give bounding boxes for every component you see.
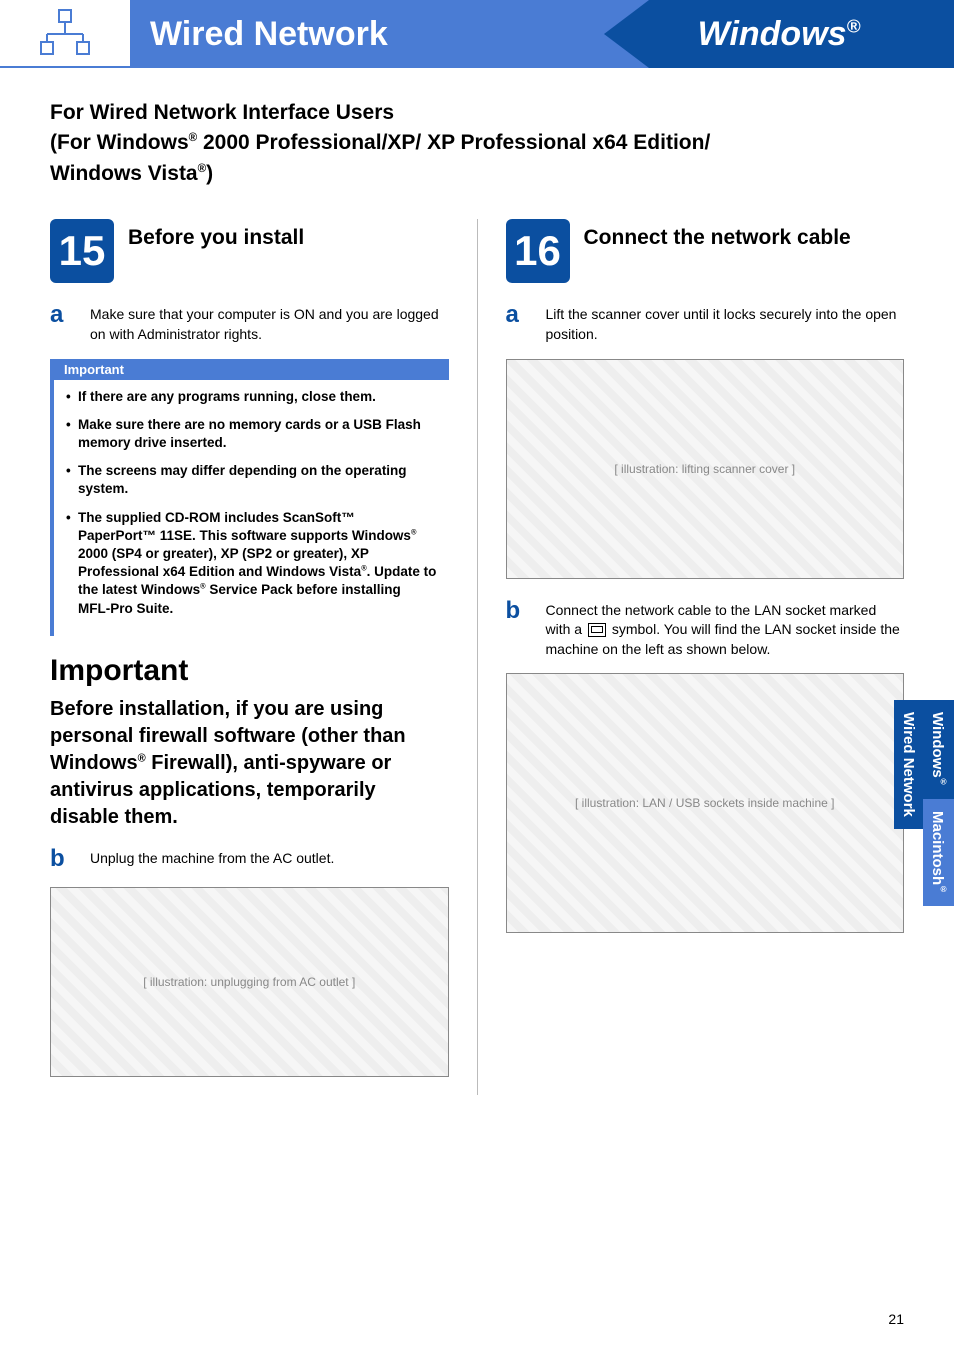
illustration-lift-cover: [ illustration: lifting scanner cover ] — [506, 359, 905, 579]
step-15-header: 15 Before you install — [50, 219, 449, 283]
important-note-box: Important If there are any programs runn… — [50, 359, 449, 636]
important-item: If there are any programs running, close… — [66, 388, 437, 406]
banner: Wired Network Windows® — [130, 0, 954, 68]
step-number-badge: 15 — [50, 219, 114, 283]
illustration-lan-socket: [ illustration: LAN / USB sockets inside… — [506, 673, 905, 933]
big-important-text: Before installation, if you are using pe… — [50, 696, 449, 831]
step-15-title: Before you install — [128, 219, 304, 250]
substep-letter: a — [506, 301, 532, 344]
column-right: 16 Connect the network cable a Lift the … — [506, 219, 905, 1095]
side-tab-windows: Windows® — [923, 700, 954, 799]
page-number: 21 — [888, 1311, 904, 1327]
step-16-header: 16 Connect the network cable — [506, 219, 905, 283]
banner-title: Wired Network — [150, 15, 388, 54]
step-16-a: a Lift the scanner cover until it locks … — [506, 301, 905, 344]
substep-text: Unplug the machine from the AC outlet. — [90, 845, 449, 873]
step-number-badge: 16 — [506, 219, 570, 283]
step-16-title: Connect the network cable — [584, 219, 851, 250]
substep-letter: b — [50, 845, 76, 873]
side-tab-macintosh: Macintosh® — [923, 799, 954, 906]
banner-os-label: Windows® — [698, 15, 861, 54]
big-important-heading: Important — [50, 654, 449, 688]
step-15-a: a Make sure that your computer is ON and… — [50, 301, 449, 344]
column-left: 15 Before you install a Make sure that y… — [50, 219, 449, 1095]
lan-socket-icon — [588, 623, 606, 637]
column-divider — [477, 219, 478, 1095]
main-heading: For Wired Network Interface Users (For W… — [50, 98, 904, 189]
substep-letter: b — [506, 597, 532, 660]
important-item: The supplied CD-ROM includes ScanSoft™ P… — [66, 509, 437, 618]
step-15-b: b Unplug the machine from the AC outlet. — [50, 845, 449, 873]
substep-text: Connect the network cable to the LAN soc… — [546, 597, 905, 660]
page-header: Wired Network Windows® — [0, 0, 954, 68]
side-tabs: Wired Network Windows® Macintosh® — [894, 700, 954, 906]
substep-text: Lift the scanner cover until it locks se… — [546, 301, 905, 344]
substep-text: Make sure that your computer is ON and y… — [90, 301, 449, 344]
substep-letter: a — [50, 301, 76, 344]
important-item: The screens may differ depending on the … — [66, 462, 437, 498]
wired-network-icon — [0, 0, 130, 68]
important-header: Important — [54, 359, 449, 380]
step-16-b: b Connect the network cable to the LAN s… — [506, 597, 905, 660]
illustration-unplug: [ illustration: unplugging from AC outle… — [50, 887, 449, 1077]
side-tab-wired-network: Wired Network — [894, 700, 923, 829]
important-item: Make sure there are no memory cards or a… — [66, 416, 437, 452]
